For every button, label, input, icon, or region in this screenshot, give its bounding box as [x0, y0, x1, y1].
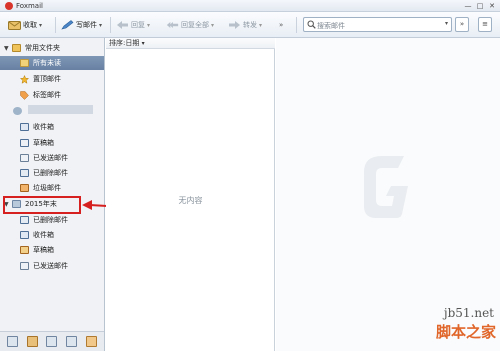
reply-all-icon — [166, 20, 179, 30]
sidebar-item-deleted[interactable]: 已删除邮件 — [0, 166, 104, 180]
sidebar-item-label: 垃圾邮件 — [33, 184, 61, 192]
foxmail-logo-icon — [5, 2, 13, 10]
sidebar-item-archive-inbox[interactable]: 收件箱 — [0, 228, 104, 242]
more-button[interactable]: » — [279, 18, 283, 32]
chevron-down-icon[interactable]: ▾ — [147, 22, 150, 29]
forward-label: 转发 — [243, 21, 257, 29]
calendar-icon[interactable] — [46, 336, 58, 347]
sidebar-item-label: 收件箱 — [33, 123, 54, 131]
toolbar-divider — [55, 17, 56, 33]
receive-icon — [8, 20, 21, 30]
chevron-down-icon[interactable]: ▾ — [259, 22, 262, 29]
folder-icon — [12, 44, 21, 52]
chevron-down-icon[interactable]: ▾ — [445, 20, 448, 27]
sent-icon — [20, 262, 29, 270]
search-placeholder: 搜索邮件 — [317, 22, 345, 30]
sent-icon — [20, 154, 29, 162]
sidebar-item-label: 已删除邮件 — [33, 169, 68, 177]
forward-icon — [228, 20, 241, 30]
forward-button[interactable]: 转发 ▾ — [228, 18, 262, 32]
sidebar-item-sent[interactable]: 已发送邮件 — [0, 151, 104, 165]
common-folders-header[interactable]: ▼ 常用文件夹 — [0, 41, 104, 55]
title-bar: Foxmail — □ ✕ — [0, 0, 500, 12]
more-label: » — [279, 21, 284, 29]
receive-button[interactable]: 收取 ▾ — [8, 18, 42, 32]
triangle-down-icon[interactable]: ▼ — [4, 45, 10, 52]
toolbar-divider — [110, 17, 111, 33]
chevron-down-icon[interactable]: ▾ — [99, 22, 102, 29]
mail-icon[interactable] — [7, 336, 19, 347]
redacted-account-name — [28, 105, 93, 114]
search-icon — [307, 20, 316, 29]
toolbar-divider — [296, 17, 297, 33]
site-watermark: jb51.net 脚本之家 — [380, 304, 500, 351]
spam-icon — [20, 184, 29, 192]
receive-label: 收取 — [23, 21, 37, 29]
sidebar-item-label: 置顶邮件 — [33, 75, 61, 83]
sidebar-item-tagged[interactable]: 标签邮件 — [0, 88, 104, 102]
compose-button[interactable]: 写邮件 ▾ — [61, 18, 102, 32]
sidebar-item-archive-sent[interactable]: 已发送邮件 — [0, 259, 104, 273]
reply-button[interactable]: 回复 ▾ — [116, 18, 150, 32]
trash-icon — [20, 216, 29, 224]
empty-message: 无内容 — [178, 196, 203, 205]
close-button[interactable]: ✕ — [486, 1, 498, 11]
menu-button[interactable]: ≡ — [478, 17, 492, 32]
inbox-icon — [20, 231, 29, 239]
sidebar-item-label: 草稿箱 — [33, 246, 54, 254]
sidebar-item-label: 草稿箱 — [33, 139, 54, 147]
toolbar: 收取 ▾ 写邮件 ▾ 回复 ▾ 回复全部 ▾ 转发 ▾ » 搜索邮件 ▾ » ≡ — [0, 12, 500, 38]
sidebar-item-spam[interactable]: 垃圾邮件 — [0, 181, 104, 195]
chevron-down-icon[interactable]: ▾ — [39, 22, 42, 29]
chevron-down-icon[interactable]: ▾ — [211, 22, 214, 29]
reply-all-button[interactable]: 回复全部 ▾ — [166, 18, 214, 32]
sort-header[interactable]: 排序:日期 ▾ — [106, 38, 275, 49]
sidebar-item-all-unread[interactable]: 所有未读 — [0, 56, 104, 70]
reply-label: 回复 — [131, 21, 145, 29]
sidebar-item-label: 标签邮件 — [33, 91, 61, 99]
trash-icon — [20, 169, 29, 177]
watermark-brand: 脚本之家 — [435, 323, 496, 341]
sort-label: 排序:日期 — [109, 39, 140, 47]
search-input[interactable]: 搜索邮件 ▾ — [303, 17, 452, 32]
sidebar: ▼ 常用文件夹 所有未读 置顶邮件 标签邮件 收件箱 草稿箱 已发送邮件 已删除… — [0, 38, 105, 351]
notes-icon[interactable] — [66, 336, 78, 347]
watermark-site: jb51.net — [443, 306, 494, 320]
sidebar-item-label: 所有未读 — [33, 59, 61, 67]
sidebar-item-label: 常用文件夹 — [25, 44, 60, 52]
sidebar-item-archive-drafts[interactable]: 草稿箱 — [0, 243, 104, 257]
feeds-icon[interactable] — [85, 336, 97, 347]
sidebar-item-drafts[interactable]: 草稿箱 — [0, 136, 104, 150]
sidebar-bottom-bar — [0, 331, 104, 351]
sidebar-item-label: 已删除邮件 — [33, 216, 68, 224]
star-icon — [19, 74, 30, 84]
account-icon — [13, 107, 22, 115]
inbox-icon — [20, 123, 29, 131]
foxmail-watermark-icon — [364, 156, 408, 218]
tag-icon — [20, 91, 29, 100]
compose-label: 写邮件 — [76, 21, 97, 29]
maximize-button[interactable]: □ — [474, 1, 486, 11]
reply-all-label: 回复全部 — [181, 21, 209, 29]
chevron-down-icon[interactable]: ▾ — [142, 40, 145, 47]
annotation-highlight-box — [3, 196, 81, 214]
compose-icon — [61, 20, 74, 30]
sidebar-item-label: 已发送邮件 — [33, 154, 68, 162]
sidebar-item-label: 已发送邮件 — [33, 262, 68, 270]
drafts-icon — [20, 139, 29, 147]
sidebar-item-inbox[interactable]: 收件箱 — [0, 120, 104, 134]
sidebar-item-label: 收件箱 — [33, 231, 54, 239]
window-title: Foxmail — [16, 2, 43, 10]
sidebar-item-archive-deleted[interactable]: 已删除邮件 — [0, 213, 104, 227]
sidebar-item-pinned[interactable]: 置顶邮件 — [0, 72, 104, 86]
expand-button[interactable]: » — [455, 17, 469, 32]
minimize-button[interactable]: — — [462, 1, 474, 11]
window-controls: — □ ✕ — [462, 1, 498, 11]
folder-icon — [20, 59, 29, 67]
reply-icon — [116, 20, 129, 30]
contacts-icon[interactable] — [26, 336, 38, 347]
drafts-icon — [20, 246, 29, 254]
message-list: 排序:日期 ▾ 无内容 — [106, 38, 275, 351]
